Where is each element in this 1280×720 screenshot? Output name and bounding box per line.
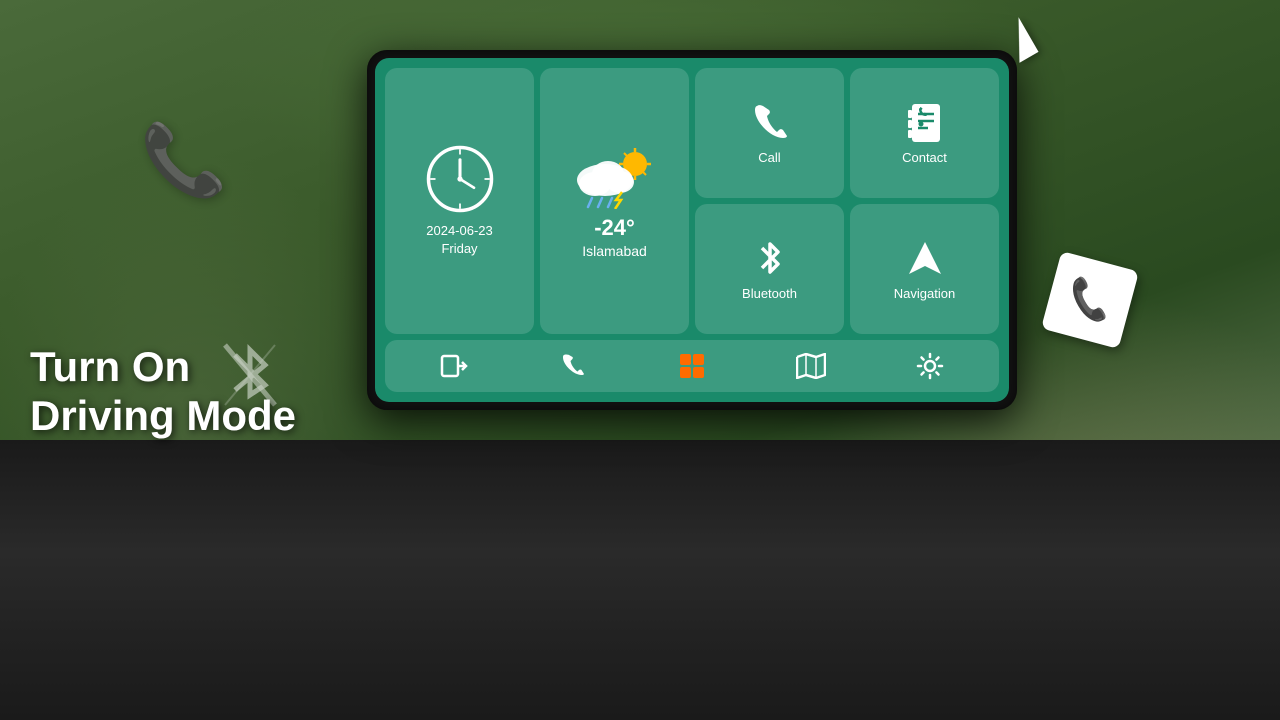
weather-city: Islamabad	[582, 243, 647, 259]
car-screen: 2024-06-23 Friday	[375, 58, 1009, 402]
clock-date: 2024-06-23 Friday	[426, 222, 493, 258]
clock-day: Friday	[441, 241, 477, 256]
nav-exit-button[interactable]	[433, 345, 475, 387]
tile-call[interactable]: Call	[695, 68, 844, 198]
tile-bluetooth[interactable]: Bluetooth	[695, 204, 844, 334]
nav-map-button[interactable]	[790, 345, 832, 387]
tile-weather[interactable]: -24° Islamabad	[540, 68, 689, 334]
clock-date-value: 2024-06-23	[426, 223, 493, 238]
overlay-text: Turn On Driving Mode	[30, 343, 296, 440]
screen-bezel: 2024-06-23 Friday	[367, 50, 1017, 410]
contact-label: Contact	[902, 150, 947, 165]
bottom-nav-bar	[385, 340, 999, 392]
dashboard	[0, 440, 1280, 720]
weather-temperature: -24°	[594, 215, 635, 241]
navigation-label: Navigation	[894, 286, 955, 301]
tile-contact[interactable]: Contact	[850, 68, 999, 198]
bluetooth-label: Bluetooth	[742, 286, 797, 301]
overlay-line2: Driving Mode	[30, 392, 296, 440]
call-label: Call	[758, 150, 780, 165]
nav-apps-button[interactable]	[671, 345, 713, 387]
phone-decoration-left: 📞	[140, 120, 227, 202]
nav-phone-button[interactable]	[552, 345, 594, 387]
overlay-line1: Turn On	[30, 343, 296, 391]
main-grid: 2024-06-23 Friday	[385, 68, 999, 334]
tile-clock[interactable]: 2024-06-23 Friday	[385, 68, 534, 334]
nav-settings-button[interactable]	[909, 345, 951, 387]
tile-navigation[interactable]: Navigation	[850, 204, 999, 334]
